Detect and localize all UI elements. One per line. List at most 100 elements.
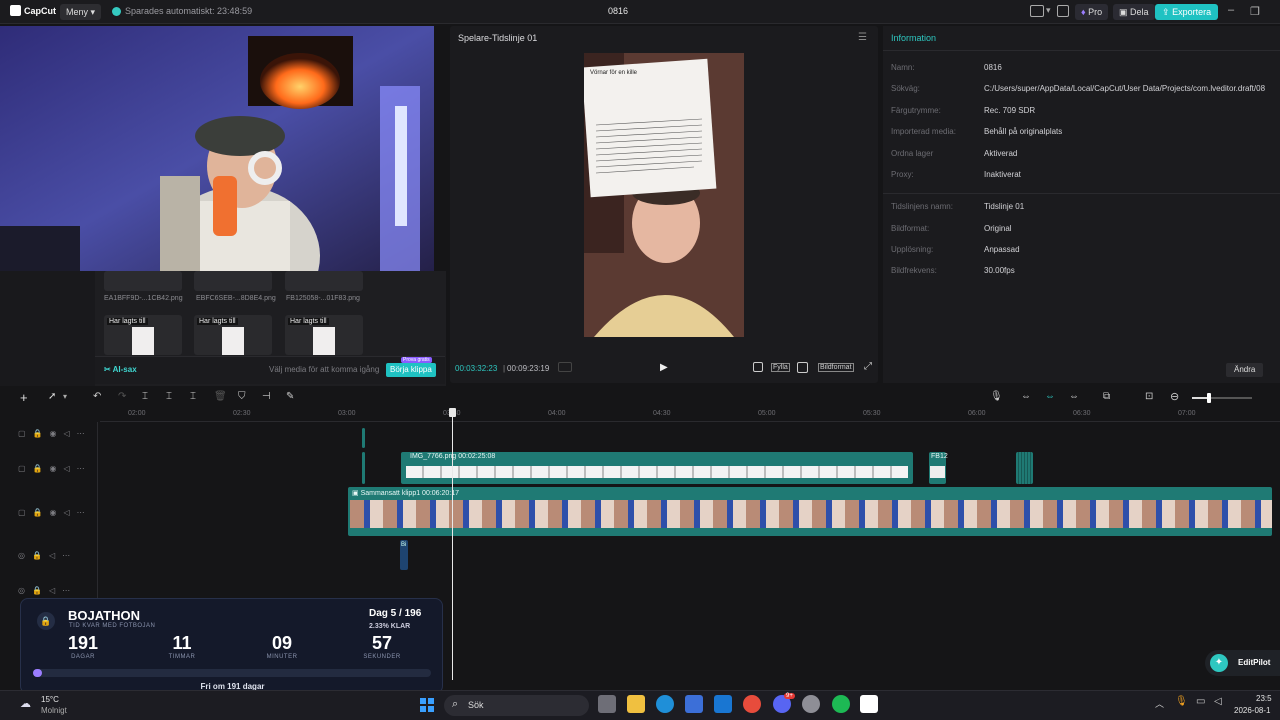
minimize-icon[interactable]: – (1228, 4, 1234, 16)
obs-icon[interactable] (802, 695, 820, 713)
lock-icon[interactable]: 🔒 (33, 464, 43, 473)
split-icon[interactable]: ⌶ (142, 391, 148, 402)
redo-icon[interactable]: ↷ (118, 391, 126, 402)
zoom-out-icon[interactable]: ⊖ (1170, 390, 1179, 403)
delete-icon[interactable]: 🗑 (214, 391, 227, 402)
media-item-added[interactable]: Har lagts till (285, 315, 363, 355)
media-thumb[interactable] (194, 271, 272, 291)
added-label: Har lagts till (107, 318, 148, 325)
network-icon[interactable]: ▭ (1196, 696, 1205, 707)
track-type-icon: ◎ (18, 586, 25, 595)
task-view-icon[interactable] (598, 695, 616, 713)
cover-icon[interactable]: ⊡ (1145, 391, 1153, 402)
export-button[interactable]: ⇪ Exportera (1155, 4, 1219, 20)
timeline-clip-cluster[interactable] (1016, 452, 1033, 484)
capcut-taskbar-icon[interactable] (860, 695, 878, 713)
audio-icon[interactable]: ◁ (49, 551, 55, 560)
media-thumb[interactable] (285, 271, 363, 291)
snap-icon[interactable]: ⇔ (1045, 391, 1055, 402)
more-icon[interactable]: ⋯ (77, 464, 85, 473)
clip-marker[interactable] (362, 428, 365, 448)
pro-button[interactable]: ♦ Pro (1075, 4, 1109, 20)
auto-edit-icon[interactable]: ✎ (286, 391, 294, 402)
chrome-icon[interactable] (743, 695, 761, 713)
playhead-handle[interactable] (449, 408, 456, 417)
clip-thumbnails (406, 466, 908, 478)
add-icon[interactable]: + (20, 390, 28, 405)
more-icon[interactable]: ⋯ (77, 508, 85, 517)
audio-icon[interactable]: ◁ (64, 508, 70, 517)
crop-icon[interactable] (753, 362, 763, 372)
store-icon[interactable] (685, 695, 703, 713)
fill-button[interactable]: Fylla (771, 363, 790, 372)
fullscreen-icon[interactable]: ⤢ (864, 361, 872, 372)
search-box[interactable]: ⌕ Sök (444, 695, 589, 716)
media-thumb[interactable] (104, 271, 182, 291)
lock-icon[interactable]: 🔒 (33, 508, 43, 517)
media-item-added[interactable]: Har lagts till (194, 315, 272, 355)
eye-icon[interactable]: ◉ (50, 429, 57, 438)
start-editing-button[interactable]: Börja klippa (386, 363, 436, 377)
added-label: Har lagts till (288, 318, 329, 325)
maximize-icon[interactable]: ❐ (1250, 5, 1260, 18)
eye-icon[interactable]: ◉ (50, 508, 57, 517)
timeline-grid-icon[interactable] (558, 362, 572, 372)
undo-icon[interactable]: ↶ (93, 391, 101, 402)
layout-icon[interactable]: ⧉ (1103, 391, 1110, 402)
change-button[interactable]: Ändra (1226, 363, 1264, 377)
shield-icon[interactable]: ⛉ (238, 391, 246, 402)
media-item-added[interactable]: Har lagts till (104, 315, 182, 355)
chevron-down-icon[interactable]: ▾ (63, 392, 67, 401)
layout-icon[interactable] (1030, 5, 1044, 17)
split-left-icon[interactable]: ⌶ (166, 391, 172, 402)
mail-icon[interactable] (714, 695, 732, 713)
microphone-icon[interactable]: 🎙 (1175, 696, 1188, 707)
shortcut-icon[interactable] (1057, 5, 1069, 17)
screenshot-icon[interactable] (797, 362, 808, 373)
audio-clip-label: Bi (401, 542, 407, 548)
microphone-icon[interactable]: 🎙 (990, 391, 1003, 402)
audio-icon[interactable]: ◁ (64, 429, 70, 438)
more-icon[interactable]: ⋯ (62, 586, 70, 595)
aspect-ratio-button[interactable]: Bildformat (818, 363, 854, 372)
playhead[interactable] (452, 408, 453, 680)
zoom-slider-handle[interactable] (1207, 393, 1211, 403)
spotify-icon[interactable] (832, 695, 850, 713)
share-button[interactable]: ▣ Dela (1113, 4, 1155, 20)
ai-scissors-button[interactable]: ✂ AI-sax (104, 365, 137, 374)
eye-icon[interactable]: ◉ (50, 464, 57, 473)
more-icon[interactable]: ⋯ (62, 551, 70, 560)
clip-marker[interactable] (362, 452, 365, 484)
chevron-up-icon[interactable]: ︿ (1155, 697, 1164, 710)
seconds-label: SEKUNDER (363, 654, 401, 660)
split-right-icon[interactable]: ⌶ (190, 391, 196, 402)
menu-button[interactable]: Meny ▾ (60, 4, 102, 20)
layout-dropdown-icon[interactable]: ▾ (1046, 5, 1051, 16)
timeline-clip-image[interactable]: FB12 (929, 452, 948, 484)
ruler-tick: 07:00 (1178, 410, 1196, 417)
audio-icon[interactable]: ◁ (49, 586, 55, 595)
file-explorer-icon[interactable] (627, 695, 645, 713)
lock-icon[interactable]: 🔒 (32, 551, 42, 560)
cloud-saved-icon (112, 6, 121, 16)
lock-icon[interactable]: 🔒 (32, 586, 42, 595)
freeze-icon[interactable]: ⊣ (262, 391, 271, 402)
audio-icon[interactable]: ◁ (64, 464, 70, 473)
link-icon[interactable]: ⇔ (1021, 391, 1031, 402)
play-icon[interactable]: ▶ (660, 362, 668, 373)
more-icon[interactable]: ⋯ (77, 429, 85, 438)
hamburger-icon[interactable]: ☰ (858, 32, 867, 43)
preview-axis-icon[interactable]: ⇔ (1069, 391, 1079, 402)
editpilot-button[interactable]: ✦ EditPilot (1205, 650, 1280, 676)
notification-badge: 9+ (784, 693, 795, 699)
total-time: 00:09:23:19 (507, 364, 550, 373)
edge-icon[interactable] (656, 695, 674, 713)
track-type-icon: ▢ (18, 429, 26, 438)
export-label: Exportera (1172, 7, 1212, 17)
timeline-clip-image[interactable]: IMG_7766.png 00:02:25:08 (401, 452, 913, 484)
windows-start-icon[interactable] (420, 698, 434, 712)
select-tool-icon[interactable]: ➚ (48, 391, 56, 402)
volume-icon[interactable]: ◁ (1214, 696, 1222, 707)
lock-icon[interactable]: 🔒 (33, 429, 43, 438)
video-preview: Vörnar för en kille (584, 53, 744, 337)
